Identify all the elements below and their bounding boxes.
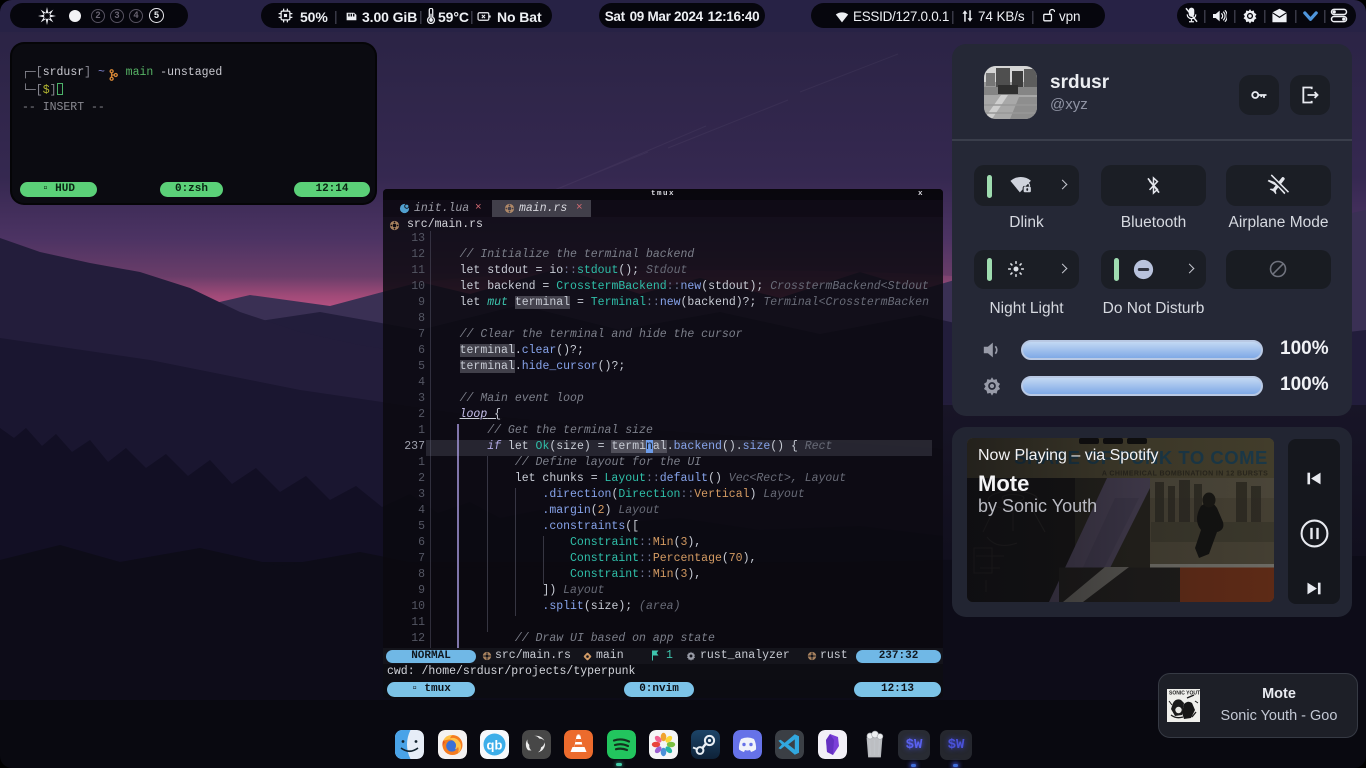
- svg-text:SONIC YOUTH: SONIC YOUTH: [1169, 691, 1200, 697]
- svg-text:qb: qb: [486, 738, 502, 753]
